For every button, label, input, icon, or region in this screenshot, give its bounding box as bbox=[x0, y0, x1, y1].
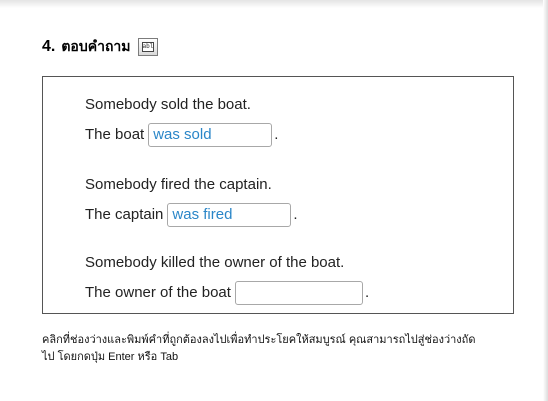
answer-prefix: The owner of the boat bbox=[85, 284, 231, 301]
top-shadow bbox=[0, 0, 548, 8]
exercise-item: Somebody fired the captain. The captain … bbox=[85, 173, 298, 227]
answer-line: The captain was fired . bbox=[85, 203, 298, 227]
answer-suffix: . bbox=[364, 284, 370, 301]
fill-in-blank-icon: abl bbox=[137, 38, 158, 56]
prompt-text: Somebody killed the owner of the boat. bbox=[85, 254, 345, 271]
fill-in-blank-icon-label: abl bbox=[141, 42, 154, 52]
question-number: 4. bbox=[42, 38, 56, 55]
right-shadow bbox=[543, 0, 548, 401]
instruction-text: คลิกที่ช่องว่างและพิมพ์คำที่ถูกต้องลงไปเ… bbox=[42, 332, 542, 366]
exercise-item: Somebody sold the boat. The boat was sol… bbox=[85, 93, 278, 147]
question-title: ตอบคำถาม bbox=[61, 38, 131, 54]
prompt-line: Somebody killed the owner of the boat. bbox=[85, 251, 369, 275]
question-heading: 4. ตอบคำถาม abl bbox=[42, 36, 158, 58]
instruction-line-1: คลิกที่ช่องว่างและพิมพ์คำที่ถูกต้องลงไปเ… bbox=[42, 334, 476, 346]
exercise-box: Somebody sold the boat. The boat was sol… bbox=[42, 76, 514, 314]
answer-prefix: The captain bbox=[85, 206, 164, 223]
prompt-line: Somebody fired the captain. bbox=[85, 173, 298, 197]
exercise-item: Somebody killed the owner of the boat. T… bbox=[85, 251, 369, 305]
exercise-page: 4. ตอบคำถาม abl Somebody sold the boat. … bbox=[0, 0, 548, 401]
prompt-line: Somebody sold the boat. bbox=[85, 93, 278, 117]
answer-line: The boat was sold . bbox=[85, 123, 278, 147]
instruction-line-2: ไป โดยกดปุ่ม Enter หรือ Tab bbox=[42, 351, 179, 363]
answer-line: The owner of the boat . bbox=[85, 281, 369, 305]
answer-input-2[interactable]: was fired bbox=[167, 203, 292, 227]
answer-prefix: The boat bbox=[85, 126, 145, 143]
answer-suffix: . bbox=[274, 126, 279, 143]
answer-input-1[interactable]: was sold bbox=[148, 123, 273, 147]
answer-suffix: . bbox=[293, 206, 298, 223]
prompt-text: Somebody fired the captain. bbox=[85, 176, 272, 193]
answer-input-3[interactable] bbox=[234, 281, 363, 305]
prompt-text: Somebody sold the boat. bbox=[85, 96, 251, 113]
